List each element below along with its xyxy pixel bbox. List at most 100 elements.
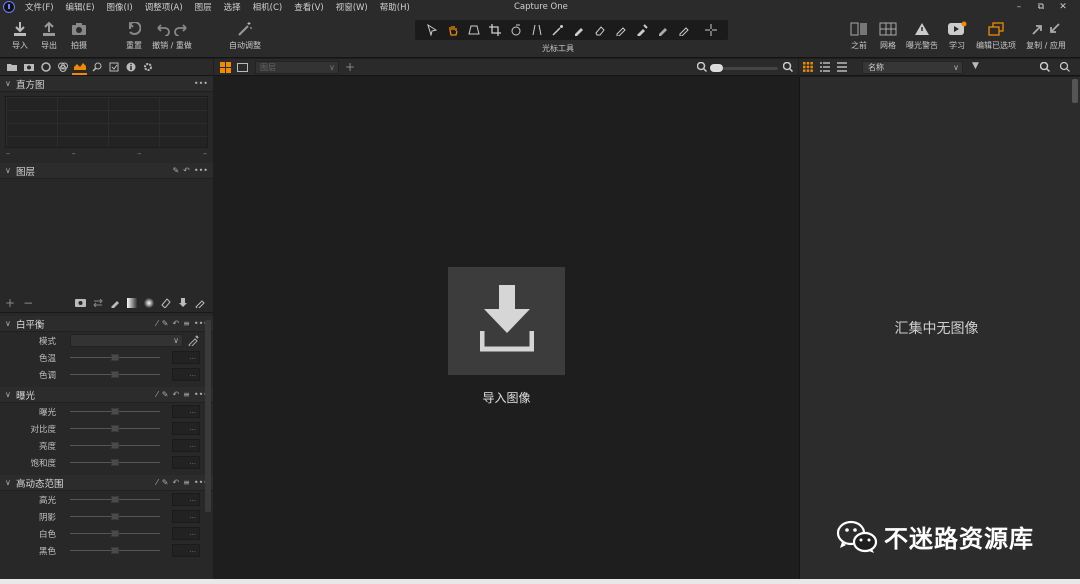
fill-mask-icon[interactable] bbox=[174, 297, 191, 309]
wb-temperature-value[interactable]: ... bbox=[172, 351, 200, 364]
export-button[interactable]: 导出 bbox=[38, 20, 60, 51]
add-layer-plus-icon[interactable]: + bbox=[345, 60, 355, 74]
edit-brush-icon[interactable]: ✎ bbox=[162, 478, 169, 487]
color-picker-icon[interactable] bbox=[631, 22, 652, 38]
black-value[interactable]: ... bbox=[172, 544, 200, 557]
zoom-slider[interactable] bbox=[710, 64, 778, 72]
grid-view-icon[interactable] bbox=[803, 62, 813, 75]
picker-icon[interactable]: ⁄ bbox=[156, 478, 157, 487]
color-tab-icon[interactable] bbox=[55, 60, 70, 75]
folder-tab-icon[interactable] bbox=[4, 60, 19, 75]
more-options-icon[interactable]: ••• bbox=[194, 79, 208, 88]
metadata-tab-icon[interactable] bbox=[123, 60, 138, 75]
zoom-in-icon[interactable] bbox=[782, 61, 794, 75]
copy-apply-button[interactable]: 复制 / 应用 bbox=[1026, 20, 1066, 51]
list-view-icon[interactable] bbox=[820, 62, 830, 75]
import-images-button[interactable] bbox=[448, 267, 565, 375]
white-value[interactable]: ... bbox=[172, 527, 200, 540]
import-button[interactable]: 导入 bbox=[9, 20, 31, 51]
edit-brush-icon[interactable]: ✎ bbox=[172, 166, 179, 175]
histogram-header[interactable]: ∨ 直方图 ••• bbox=[0, 76, 213, 92]
capture-button[interactable]: 拍摄 bbox=[68, 20, 90, 51]
menu-view[interactable]: 查看(V) bbox=[294, 1, 323, 13]
zoom-loupe-icon[interactable] bbox=[463, 22, 484, 38]
more-options-icon[interactable]: ••• bbox=[194, 166, 208, 175]
white-balance-header[interactable]: ∨ 白平衡 ⁄ ✎ ↶ ≡ ••• bbox=[0, 316, 213, 332]
reset-arrow-icon[interactable]: ↶ bbox=[172, 390, 179, 399]
saturation-slider[interactable] bbox=[111, 459, 119, 466]
white-slider[interactable] bbox=[111, 530, 119, 537]
detail-view-icon[interactable] bbox=[837, 62, 847, 75]
layers-header[interactable]: ∨ 图层 ✎ ↶ ••• bbox=[0, 163, 213, 179]
keystone-icon[interactable] bbox=[526, 22, 547, 38]
zoom-slider-thumb[interactable] bbox=[710, 64, 723, 72]
auto-adjust-button[interactable]: 自动调整 bbox=[229, 20, 261, 51]
presets-icon[interactable]: ≡ bbox=[183, 478, 190, 487]
reset-arrow-icon[interactable]: ↶ bbox=[172, 478, 179, 487]
saturation-value[interactable]: ... bbox=[172, 456, 200, 469]
reset-button[interactable]: 重置 bbox=[123, 20, 145, 51]
shadow-value[interactable]: ... bbox=[172, 510, 200, 523]
contrast-slider[interactable] bbox=[111, 425, 119, 432]
layer-select[interactable]: 图层 ∨ bbox=[255, 61, 339, 74]
menu-select[interactable]: 选择 bbox=[224, 1, 241, 13]
sparkle-icon[interactable] bbox=[700, 22, 721, 38]
picker-icon[interactable]: ⁄ bbox=[156, 390, 157, 399]
linear-gradient-icon[interactable] bbox=[123, 297, 140, 309]
wb-tint-value[interactable]: ... bbox=[172, 368, 200, 381]
exposure-value[interactable]: ... bbox=[172, 405, 200, 418]
refine-mask-icon[interactable] bbox=[191, 297, 208, 309]
highlight-slider[interactable] bbox=[111, 496, 119, 503]
brightness-slider[interactable] bbox=[111, 442, 119, 449]
brightness-value[interactable]: ... bbox=[172, 439, 200, 452]
shadow-slider[interactable] bbox=[111, 513, 119, 520]
reset-arrow-icon[interactable]: ↶ bbox=[183, 166, 190, 175]
search-icon[interactable] bbox=[1059, 61, 1070, 75]
wb-mode-select[interactable]: ∨ bbox=[70, 334, 183, 347]
wb-temperature-slider[interactable] bbox=[111, 354, 119, 361]
erase-mask-icon[interactable] bbox=[157, 297, 174, 309]
details-tab-icon[interactable] bbox=[89, 60, 104, 75]
settings-gear-icon[interactable] bbox=[140, 60, 155, 75]
wb-eyedropper-icon[interactable] bbox=[188, 334, 200, 348]
menu-camera[interactable]: 相机(C) bbox=[253, 1, 283, 13]
sort-select[interactable]: 名称 ∨ bbox=[862, 61, 963, 74]
radial-gradient-icon[interactable] bbox=[140, 297, 157, 309]
black-slider[interactable] bbox=[111, 547, 119, 554]
close-button[interactable]: ✕ bbox=[1052, 2, 1074, 12]
show-mask-icon[interactable] bbox=[72, 297, 89, 309]
multi-view-icon[interactable] bbox=[220, 62, 231, 76]
contrast-value[interactable]: ... bbox=[172, 422, 200, 435]
menu-image[interactable]: 图像(I) bbox=[107, 1, 133, 13]
hdr-header[interactable]: ∨ 高动态范围 ⁄ ✎ ↶ ≡ ••• bbox=[0, 475, 213, 491]
exposure-tab-icon[interactable] bbox=[72, 60, 87, 75]
edit-selected-button[interactable]: 编辑已选项 bbox=[976, 20, 1016, 51]
edit-brush-icon[interactable]: ✎ bbox=[162, 319, 169, 328]
highlight-value[interactable]: ... bbox=[172, 493, 200, 506]
remove-layer-icon[interactable]: − bbox=[23, 296, 33, 310]
lens-tab-icon[interactable] bbox=[38, 60, 53, 75]
draw-mask-icon[interactable] bbox=[106, 297, 123, 309]
crop-icon[interactable] bbox=[484, 22, 505, 38]
single-view-icon[interactable] bbox=[237, 62, 248, 76]
reset-arrow-icon[interactable]: ↶ bbox=[172, 319, 179, 328]
menu-edit[interactable]: 编辑(E) bbox=[66, 1, 95, 13]
learn-button[interactable]: 学习 bbox=[946, 20, 968, 51]
exposure-warning-button[interactable]: 曝光警告 bbox=[906, 20, 938, 51]
camera-tab-icon[interactable] bbox=[21, 60, 36, 75]
grid-button[interactable]: 网格 bbox=[877, 20, 899, 51]
normalize-icon[interactable] bbox=[652, 22, 673, 38]
adjustments-tab-icon[interactable] bbox=[106, 60, 121, 75]
exposure-slider[interactable] bbox=[111, 408, 119, 415]
sort-direction-icon[interactable]: ▼ bbox=[972, 61, 979, 71]
browser-scrollbar[interactable] bbox=[1072, 79, 1078, 103]
eraser-icon[interactable] bbox=[589, 22, 610, 38]
gradient-mask-icon[interactable] bbox=[610, 22, 631, 38]
undo-redo-button[interactable]: 撤销 / 重做 bbox=[152, 20, 192, 51]
minimize-button[interactable]: – bbox=[1008, 2, 1030, 12]
add-layer-icon[interactable]: + bbox=[5, 296, 15, 310]
spot-removal-icon[interactable] bbox=[547, 22, 568, 38]
annotate-icon[interactable] bbox=[673, 22, 694, 38]
before-button[interactable]: 之前 bbox=[848, 20, 870, 51]
zoom-out-icon[interactable] bbox=[696, 61, 708, 75]
